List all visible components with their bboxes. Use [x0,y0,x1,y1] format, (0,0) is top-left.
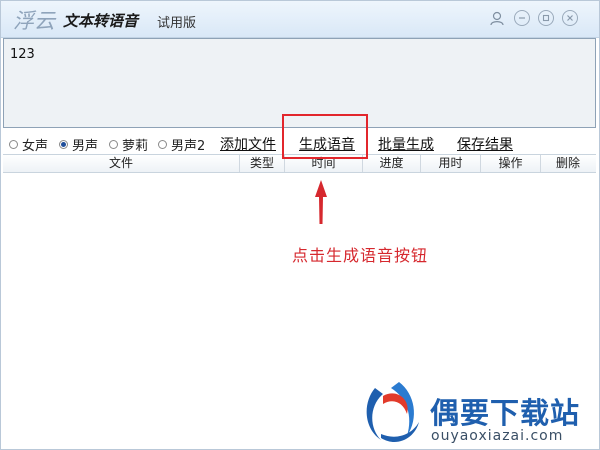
voice-label: 女声 [22,139,49,154]
voice-label: 男声 [72,139,99,154]
app-title: 文本转语音 [63,12,139,30]
watermark: 偶要下载站 ouyaoxiazai.com [357,378,600,450]
restore-icon[interactable] [538,10,554,26]
annotation-arrow-icon [315,180,327,224]
annotation-text: 点击生成语音按钮 [292,246,429,265]
voice-radio-loli[interactable]: 萝莉 [109,135,148,154]
watermark-logo-icon [366,382,419,443]
column-duration[interactable]: 用时 [421,155,481,172]
radio-circle [9,140,18,149]
minimize-icon[interactable] [514,10,530,26]
radio-circle-selected [59,140,68,149]
voice-radio-male2[interactable]: 男声2 [158,135,205,154]
add-file-button[interactable]: 添加文件 [220,134,276,154]
voice-radio-male[interactable]: 男声 [59,135,98,154]
column-delete[interactable]: 删除 [541,155,595,172]
brand-logo-text: 浮云 [13,9,55,33]
column-file[interactable]: 文件 [3,155,240,172]
annotation-highlight-box [282,114,368,159]
column-progress[interactable]: 进度 [363,155,421,172]
column-action[interactable]: 操作 [481,155,541,172]
radio-circle [109,140,118,149]
voice-label: 萝莉 [122,139,149,154]
watermark-title: 偶要下载站 [430,396,581,430]
save-result-button[interactable]: 保存结果 [457,134,513,154]
user-icon[interactable] [489,10,505,26]
title-bar: 浮云 文本转语音 试用版 [1,1,599,38]
watermark-url: ouyaoxiazai.com [431,428,564,444]
voice-label: 男声2 [171,139,206,154]
radio-circle [158,140,167,149]
edition-label: 试用版 [157,16,197,31]
column-type[interactable]: 类型 [240,155,285,172]
batch-generate-button[interactable]: 批量生成 [378,134,434,154]
close-icon[interactable] [562,10,578,26]
voice-radio-female[interactable]: 女声 [9,135,48,154]
